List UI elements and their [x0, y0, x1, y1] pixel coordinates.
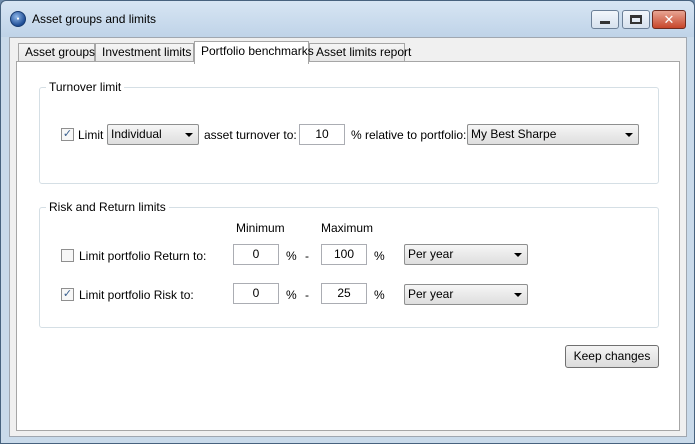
- risk-min-input[interactable]: 0: [233, 283, 279, 304]
- chevron-down-icon: [514, 293, 522, 297]
- risk-return-limits-group: Risk and Return limits Minimum Maximum L…: [39, 200, 659, 328]
- chevron-down-icon: [625, 133, 633, 137]
- risk-max-input[interactable]: 25: [321, 283, 367, 304]
- maximize-icon: [630, 15, 642, 24]
- risk-range-dash: -: [305, 288, 309, 302]
- minimize-icon: [600, 21, 610, 24]
- maximum-header: Maximum: [321, 221, 374, 235]
- app-logo-icon: ●: [10, 11, 26, 27]
- minimize-button[interactable]: [591, 10, 619, 29]
- risk-period-value: Per year: [408, 287, 454, 301]
- dialog-window: ● Asset groups and limits ✕ Asset groups…: [0, 0, 695, 444]
- risk-min-percent: %: [286, 288, 297, 302]
- chevron-down-icon: [514, 253, 522, 257]
- turnover-limit-checkbox[interactable]: ✓: [61, 128, 74, 141]
- limit-risk-label: Limit portfolio Risk to:: [79, 288, 194, 302]
- tab-portfolio-benchmarks[interactable]: Portfolio benchmarks: [194, 41, 314, 64]
- limit-risk-checkbox[interactable]: ✓: [61, 288, 74, 301]
- turnover-limit-label: Limit: [78, 128, 104, 142]
- risk-period-select[interactable]: Per year: [404, 284, 528, 305]
- title-bar[interactable]: ● Asset groups and limits ✕: [1, 1, 694, 37]
- benchmark-portfolio-value: My Best Sharpe: [471, 127, 557, 141]
- return-period-value: Per year: [408, 247, 454, 261]
- window-title: Asset groups and limits: [32, 12, 157, 26]
- return-min-percent: %: [286, 249, 297, 263]
- return-max-percent: %: [374, 249, 385, 263]
- minimum-header: Minimum: [236, 221, 285, 235]
- tab-panel: Turnover limit ✓ Limit Individual asset …: [16, 61, 680, 431]
- risk-max-percent: %: [374, 288, 385, 302]
- turnover-limit-group: Turnover limit ✓ Limit Individual asset …: [39, 80, 659, 184]
- limit-return-checkbox[interactable]: [61, 249, 74, 262]
- close-icon: ✕: [663, 12, 675, 27]
- turnover-limit-title: Turnover limit: [46, 80, 125, 94]
- turnover-mode-select[interactable]: Individual: [107, 124, 199, 145]
- return-period-select[interactable]: Per year: [404, 244, 528, 265]
- turnover-mode-value: Individual: [111, 127, 162, 141]
- tab-asset-limits-report[interactable]: Asset limits report: [309, 43, 411, 62]
- asset-turnover-label: asset turnover to:: [204, 128, 297, 142]
- chevron-down-icon: [185, 133, 193, 137]
- maximize-button[interactable]: [622, 10, 650, 29]
- dialog-client-area: Asset groups Investment limits Portfolio…: [9, 37, 687, 437]
- tab-investment-limits[interactable]: Investment limits: [95, 43, 194, 62]
- close-button[interactable]: ✕: [652, 10, 686, 29]
- relative-to-portfolio-label: % relative to portfolio:: [351, 128, 467, 142]
- keep-changes-button[interactable]: Keep changes: [565, 345, 659, 368]
- return-range-dash: -: [305, 249, 309, 263]
- return-max-input[interactable]: 100: [321, 244, 367, 265]
- tab-asset-groups[interactable]: Asset groups: [18, 43, 95, 62]
- benchmark-portfolio-select[interactable]: My Best Sharpe: [467, 124, 639, 145]
- return-min-input[interactable]: 0: [233, 244, 279, 265]
- turnover-percent-input[interactable]: 10: [299, 124, 345, 145]
- limit-return-label: Limit portfolio Return to:: [79, 249, 207, 263]
- risk-return-limits-title: Risk and Return limits: [46, 200, 169, 214]
